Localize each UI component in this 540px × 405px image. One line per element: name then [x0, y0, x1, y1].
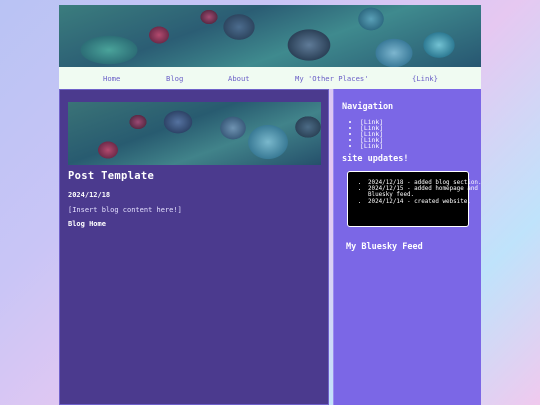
- site-updates-heading: site updates!: [342, 154, 409, 164]
- sidebar-link[interactable]: [Link]: [360, 142, 383, 150]
- site-updates-box[interactable]: 2024/12/18 - added blog section. 2024/12…: [347, 171, 482, 227]
- post-date: 2024/12/18: [68, 191, 111, 199]
- nav-link-about[interactable]: About: [228, 74, 250, 83]
- top-navigation: Home Blog About My 'Other Places' {Link}: [59, 67, 481, 89]
- update-item: 2024/12/15 - added homepage and Bluesky …: [368, 186, 486, 198]
- nav-link-extra[interactable]: {Link}: [412, 74, 438, 83]
- post-body: [Insert blog content here!]: [68, 206, 182, 214]
- sidebar-link-list: [Link] [Link] [Link] [Link] [Link]: [350, 119, 383, 149]
- bluesky-feed-heading: My Bluesky Feed: [346, 242, 423, 252]
- blog-home-link[interactable]: Blog Home: [68, 220, 106, 228]
- nav-link-blog[interactable]: Blog: [166, 74, 183, 83]
- post-header-image: [68, 102, 321, 165]
- site-updates-list: 2024/12/18 - added blog section. 2024/12…: [348, 180, 486, 205]
- post-title: Post Template: [68, 170, 155, 182]
- navigation-heading: Navigation: [342, 102, 394, 112]
- page-container: Home Blog About My 'Other Places' {Link}…: [59, 5, 482, 405]
- header-banner-image: [59, 5, 481, 67]
- nav-link-other-places[interactable]: My 'Other Places': [295, 74, 369, 83]
- nav-link-home[interactable]: Home: [103, 74, 120, 83]
- update-item: 2024/12/14 - created website.: [368, 199, 486, 205]
- sidebar: Navigation [Link] [Link] [Link] [Link] […: [333, 89, 482, 405]
- main-content: Post Template 2024/12/18 [Insert blog co…: [59, 89, 329, 405]
- sidebar-link-item: [Link]: [360, 143, 383, 149]
